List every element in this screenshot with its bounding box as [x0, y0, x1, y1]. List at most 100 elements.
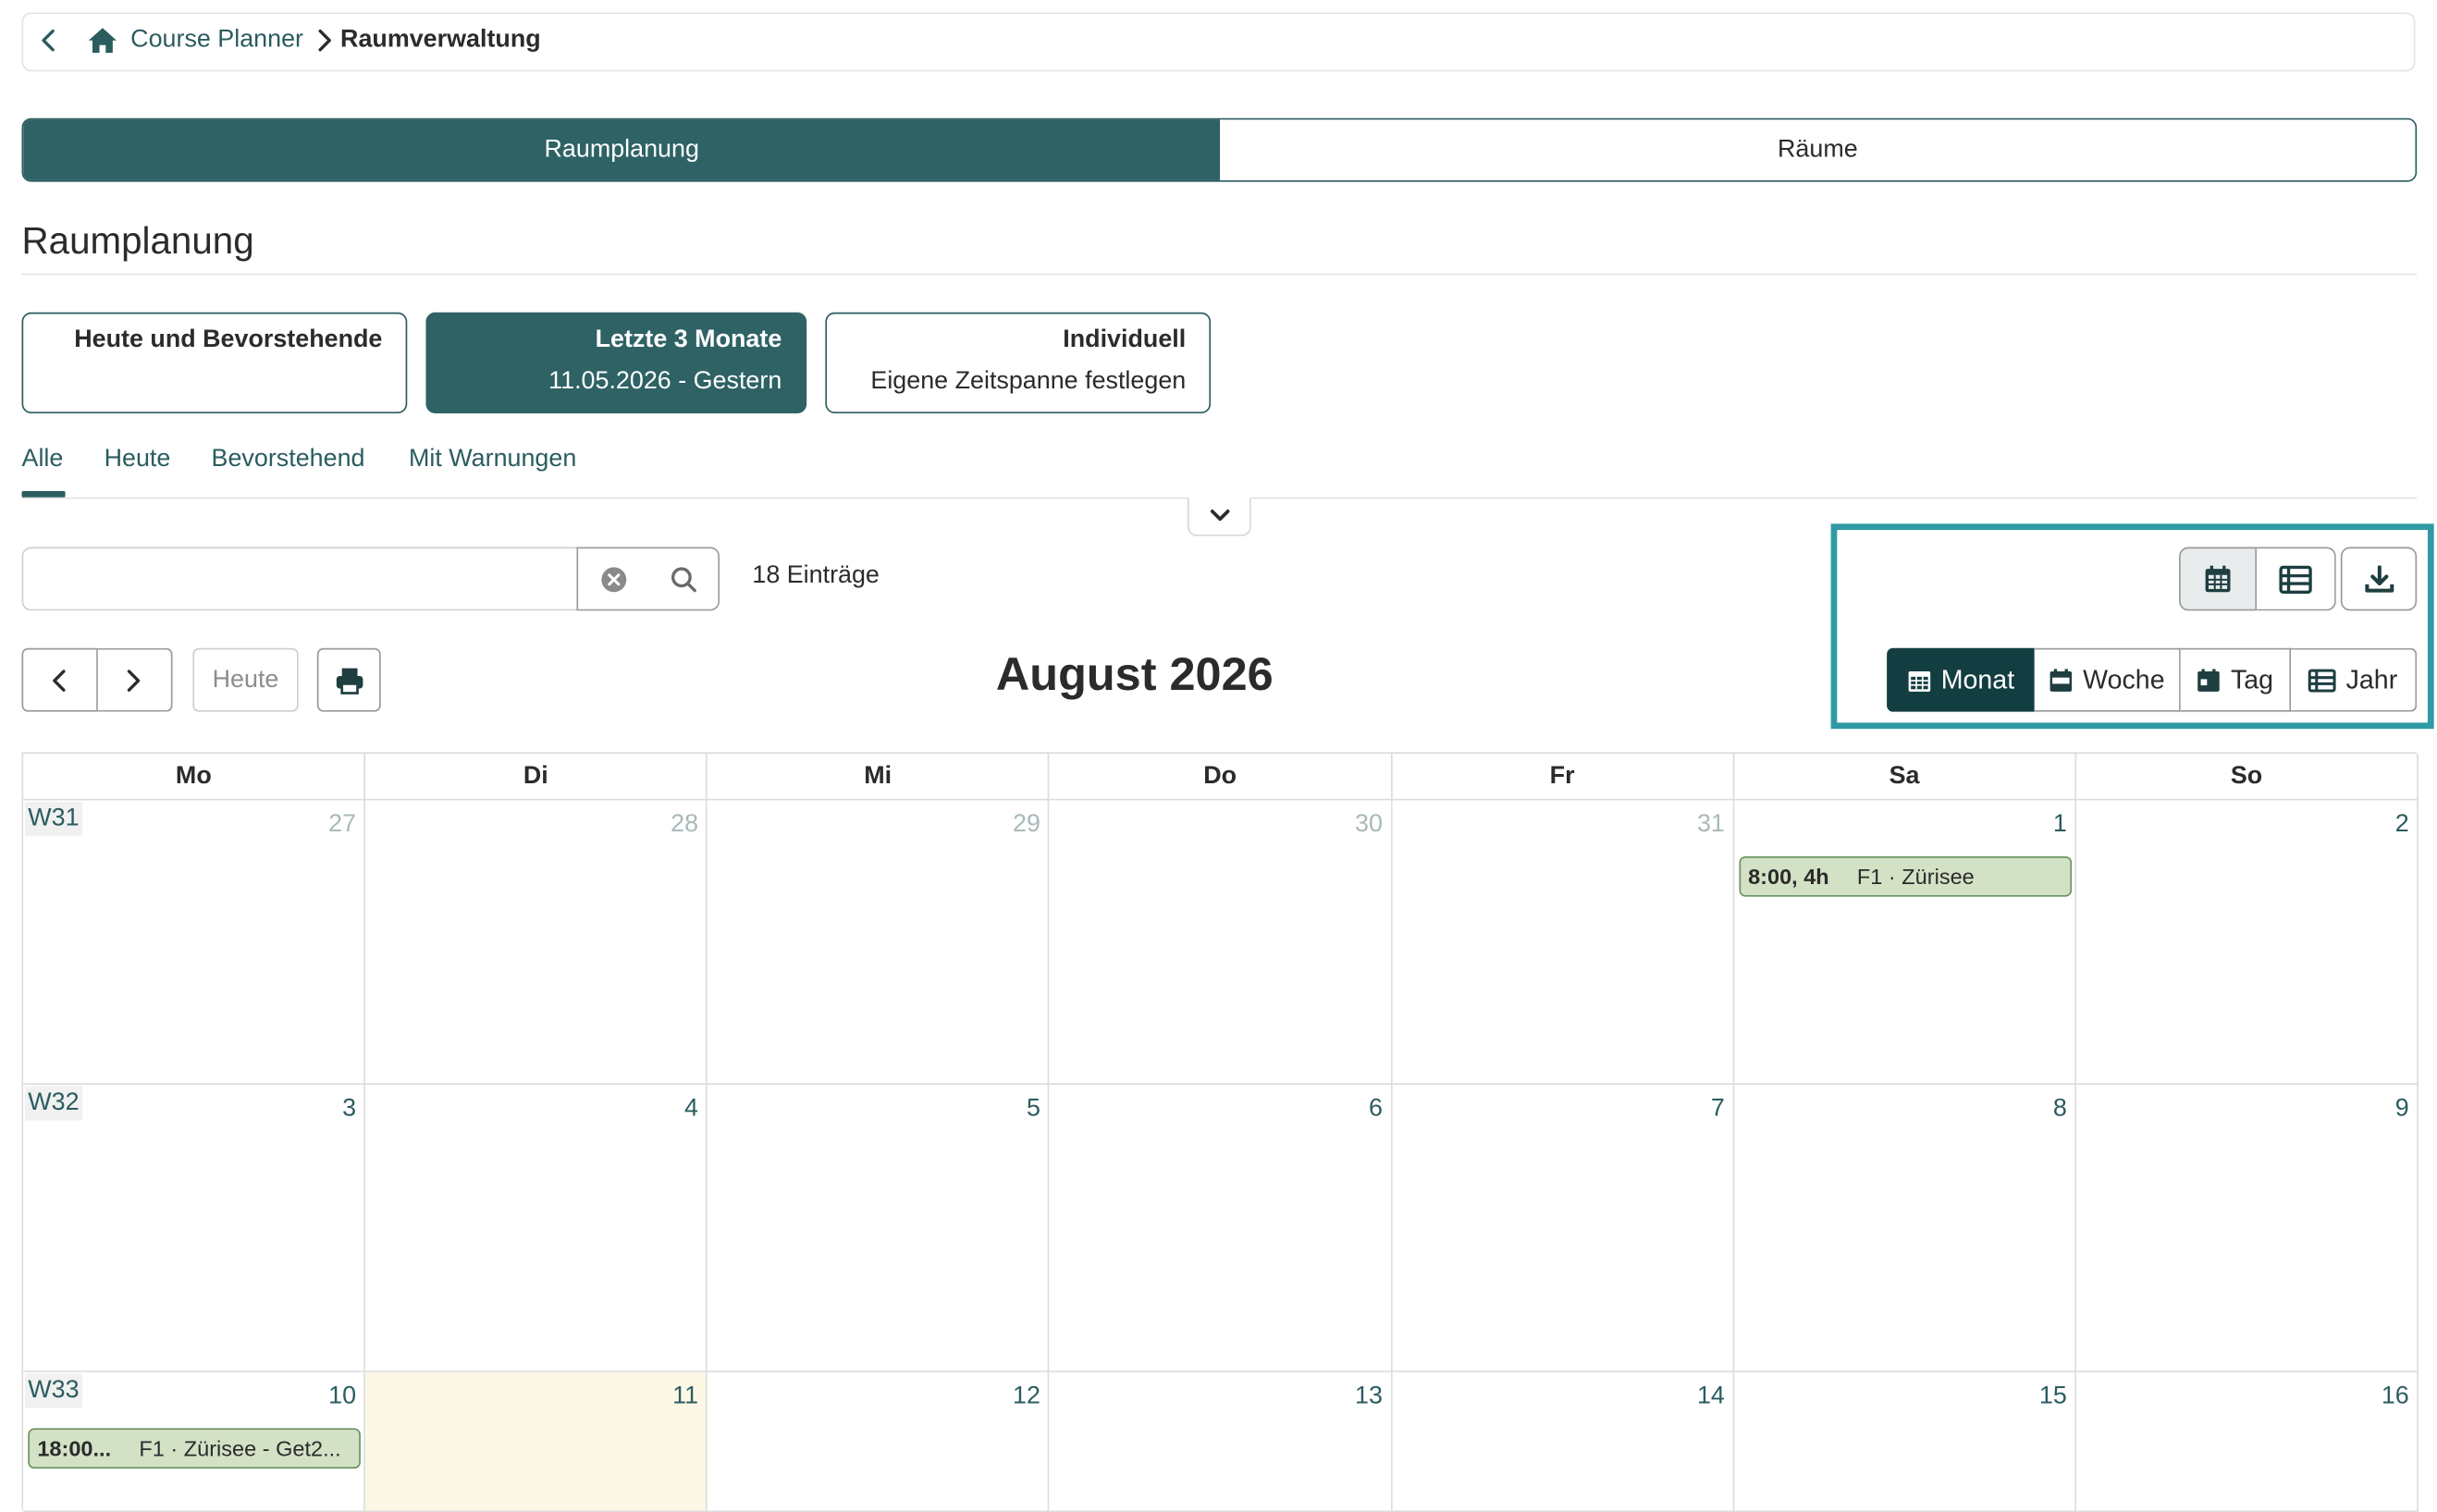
tab-raeume[interactable]: Räume: [1220, 119, 2416, 180]
day-cell[interactable]: 2: [2075, 800, 2419, 1085]
day-number[interactable]: 3: [342, 1096, 356, 1124]
day-cell[interactable]: 7: [1391, 1084, 1734, 1372]
next-button[interactable]: [97, 647, 173, 712]
day-number[interactable]: 13: [1355, 1383, 1383, 1411]
page-title: Raumplanung: [21, 220, 254, 264]
weekday-header: So: [2075, 754, 2419, 801]
download-button[interactable]: [2340, 547, 2418, 611]
range-card-title: Individuell: [1063, 326, 1187, 353]
calendar-icon: [2205, 564, 2231, 592]
week-number[interactable]: W32: [24, 1086, 82, 1121]
view-week-button[interactable]: Woche: [2034, 647, 2181, 712]
main-tabs: Raumplanung Räume: [21, 117, 2418, 182]
today-button[interactable]: Heute: [192, 647, 299, 712]
day-number[interactable]: 10: [328, 1383, 356, 1411]
view-selector: Monat Woche Tag Jahr: [1887, 647, 2418, 712]
collapse-toggle[interactable]: [1187, 497, 1251, 536]
day-cell[interactable]: 15: [1733, 1371, 2076, 1512]
list-icon: [2279, 564, 2312, 594]
filter-tab-mit-warnungen[interactable]: Mit Warnungen: [409, 446, 576, 473]
week-number[interactable]: W31: [24, 802, 82, 837]
calendar-view-button[interactable]: [2179, 547, 2258, 611]
day-number[interactable]: 8: [2053, 1096, 2067, 1124]
print-button[interactable]: [316, 647, 381, 712]
day-number[interactable]: 29: [1013, 811, 1040, 839]
day-number[interactable]: 28: [671, 811, 698, 839]
day-cell[interactable]: 30: [1050, 800, 1392, 1085]
event-time: 8:00, 4h: [1748, 864, 1829, 890]
calendar-icon: [1908, 670, 1930, 691]
tab-raumplanung[interactable]: Raumplanung: [23, 119, 1221, 180]
search-input[interactable]: [21, 547, 579, 611]
day-number[interactable]: 16: [2382, 1383, 2409, 1411]
event-time: 18:00...: [37, 1435, 112, 1461]
day-cell[interactable]: 31: [1391, 800, 1734, 1085]
chevron-down-icon: [1210, 510, 1229, 522]
chevron-right-icon: [314, 28, 336, 53]
calendar-event[interactable]: 8:00, 4h F1 · Zürisee: [1738, 855, 2072, 897]
home-icon[interactable]: [87, 25, 118, 56]
view-month-button[interactable]: Monat: [1887, 647, 2035, 712]
day-number[interactable]: 1: [2053, 811, 2067, 839]
day-number[interactable]: 15: [2039, 1383, 2067, 1411]
print-icon: [335, 667, 363, 695]
day-cell[interactable]: 8: [1733, 1084, 2076, 1372]
range-card-title: Letzte 3 Monate: [595, 326, 782, 353]
day-cell[interactable]: 5: [708, 1084, 1051, 1372]
day-number[interactable]: 2: [2395, 811, 2409, 839]
clear-search-icon[interactable]: [599, 565, 627, 593]
day-cell[interactable]: 16: [2075, 1371, 2419, 1512]
calendar-navigation: [21, 647, 173, 712]
day-number[interactable]: 9: [2395, 1096, 2409, 1124]
breadcrumb-current: Raumverwaltung: [340, 26, 541, 54]
range-card-custom[interactable]: Individuell Eigene Zeitspanne festlegen: [825, 312, 1212, 414]
week-number[interactable]: W33: [24, 1373, 82, 1408]
previous-button[interactable]: [21, 647, 98, 712]
filter-tab-bevorstehend[interactable]: Bevorstehend: [212, 446, 365, 473]
filter-tab-heute[interactable]: Heute: [105, 446, 171, 473]
day-number[interactable]: 11: [672, 1383, 698, 1411]
day-number[interactable]: 12: [1013, 1383, 1040, 1411]
weekday-header: Fr: [1391, 754, 1734, 801]
event-title: F1 · Zürisee - Get2...: [139, 1435, 341, 1461]
day-cell[interactable]: 6: [1050, 1084, 1392, 1372]
entry-count: 18 Einträge: [752, 562, 880, 589]
day-cell[interactable]: 29: [708, 800, 1051, 1085]
view-day-button[interactable]: Tag: [2180, 647, 2292, 712]
calendar-day-icon: [2197, 668, 2221, 691]
day-cell[interactable]: 12: [708, 1371, 1051, 1512]
search-icon[interactable]: [669, 565, 696, 593]
weekday-header: Sa: [1733, 754, 2076, 801]
view-year-button[interactable]: Jahr: [2291, 647, 2418, 712]
day-number[interactable]: 7: [1711, 1096, 1725, 1124]
view-day-label: Tag: [2230, 664, 2274, 695]
day-number[interactable]: 31: [1697, 811, 1725, 839]
view-month-label: Monat: [1940, 664, 2015, 695]
day-cell[interactable]: 27 W31: [23, 800, 366, 1085]
back-icon[interactable]: [34, 25, 66, 56]
breadcrumb-parent-link[interactable]: Course Planner: [130, 27, 303, 55]
day-cell[interactable]: 3 W32: [23, 1084, 366, 1372]
calendar-week-icon: [2049, 668, 2073, 691]
day-number[interactable]: 30: [1355, 811, 1383, 839]
weekday-header: Mo: [23, 754, 366, 801]
day-cell[interactable]: 4: [365, 1084, 708, 1372]
calendar-grid: Mo Di Mi Do Fr Sa So 27 W31 28 29 30 31 1 2 3 W32 4 5 6 7 8 9 1…: [21, 752, 2419, 1512]
calendar-event[interactable]: 18:00... F1 · Zürisee - Get2...: [28, 1428, 362, 1469]
day-cell[interactable]: 14: [1391, 1371, 1734, 1512]
day-cell[interactable]: 13: [1050, 1371, 1392, 1512]
chevron-right-icon: [128, 669, 141, 691]
list-view-button[interactable]: [2257, 547, 2336, 611]
day-cell[interactable]: 28: [365, 800, 708, 1085]
range-card-last-3-months[interactable]: Letzte 3 Monate 11.05.2026 - Gestern: [425, 312, 807, 414]
day-number[interactable]: 14: [1697, 1383, 1725, 1411]
day-cell[interactable]: 11: [365, 1371, 708, 1512]
day-number[interactable]: 5: [1027, 1096, 1040, 1124]
day-number[interactable]: 27: [328, 811, 356, 839]
day-cell[interactable]: 9: [2075, 1084, 2419, 1372]
day-number[interactable]: 4: [684, 1096, 698, 1124]
filter-tab-alle[interactable]: Alle: [22, 446, 64, 473]
range-card-upcoming[interactable]: Heute und Bevorstehende: [21, 312, 408, 414]
day-cell[interactable]: 1: [1733, 800, 2076, 1085]
day-number[interactable]: 6: [1369, 1096, 1383, 1124]
